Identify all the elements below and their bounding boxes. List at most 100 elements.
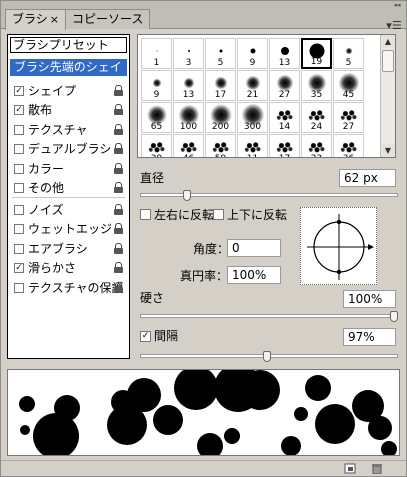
option-checkbox[interactable] (14, 283, 24, 293)
lock-icon[interactable] (113, 85, 124, 97)
brush-tip-cell[interactable]: 300 (237, 102, 268, 133)
option-label: テクスチャ (28, 123, 88, 137)
option-item[interactable]: エアブラシ (10, 240, 127, 258)
trash-icon[interactable] (371, 463, 383, 475)
brush-tip-cell[interactable]: 17 (205, 70, 236, 101)
lock-icon[interactable] (113, 223, 124, 235)
option-checkbox[interactable]: ✓ (14, 86, 24, 96)
grid-scrollbar[interactable]: ▲ ▼ (380, 35, 395, 157)
flip-y-checkbox[interactable] (213, 209, 224, 220)
hardness-slider-track[interactable] (140, 314, 398, 318)
panel-menu-icon[interactable]: ▾☰ (386, 19, 402, 33)
collapse-icon[interactable]: ◂◂ (391, 2, 403, 9)
angle-roundness-widget[interactable] (300, 207, 377, 285)
option-checkbox[interactable] (14, 224, 24, 234)
brushes-panel: ◂◂ ブラシ × コピーソース ▾☰ ブラシプリセット ブラシ先端のシェイプ ✓ シ… (0, 0, 407, 477)
brush-tip-cell[interactable]: 5 (205, 38, 236, 69)
roundness-input[interactable]: 100% (227, 266, 281, 284)
lock-icon[interactable] (113, 163, 124, 175)
option-item[interactable]: ✓ シェイプ (10, 82, 127, 100)
option-checkbox[interactable] (14, 244, 24, 254)
option-checkbox[interactable] (14, 164, 24, 174)
option-item[interactable]: デュアルブラシ (10, 140, 127, 158)
brush-tip-cell[interactable]: 36 (333, 134, 364, 157)
option-checkbox[interactable] (14, 125, 24, 135)
lock-icon[interactable] (113, 204, 124, 216)
lock-icon[interactable] (113, 143, 124, 155)
brush-tip-cell[interactable]: 11 (237, 134, 268, 157)
option-label: エアブラシ (28, 242, 88, 256)
option-item[interactable]: ノイズ (10, 201, 127, 219)
option-item[interactable]: その他 (10, 179, 127, 197)
brush-tip-cell[interactable]: 59 (205, 134, 236, 157)
spacing-input[interactable]: 97% (343, 328, 396, 346)
scroll-thumb[interactable] (382, 50, 394, 72)
angle-input[interactable]: 0 (227, 239, 281, 257)
diameter-slider-track[interactable] (140, 193, 398, 197)
brush-size-label: 13 (182, 90, 195, 100)
brush-tip-cell[interactable]: 27 (333, 102, 364, 133)
option-item[interactable]: ウェットエッジ (10, 220, 127, 238)
spacing-label: 間隔 (154, 329, 179, 343)
option-item[interactable]: テクスチャ (10, 121, 127, 139)
brush-tip-cell[interactable]: 35 (301, 70, 332, 101)
tab-close-icon[interactable]: × (50, 13, 59, 26)
option-label: ウェットエッジ (28, 222, 113, 236)
brush-tip-cell[interactable]: 13 (173, 70, 204, 101)
hardness-slider-knob[interactable] (390, 311, 398, 322)
lock-icon[interactable] (113, 124, 124, 136)
lock-icon[interactable] (113, 243, 124, 255)
brush-tip-cell[interactable]: 9 (141, 70, 172, 101)
brush-tip-cell[interactable]: 21 (237, 70, 268, 101)
brush-tip-cell[interactable]: 13 (269, 38, 300, 69)
brush-tip-cell[interactable]: 14 (269, 102, 300, 133)
brush-presets-button[interactable]: ブラシプリセット (10, 37, 127, 53)
option-checkbox[interactable] (14, 205, 24, 215)
brush-tip-cell[interactable]: 3 (173, 38, 204, 69)
spacing-checkbox[interactable]: ✓ (140, 331, 151, 342)
brush-tip-shape-item[interactable]: ブラシ先端のシェイプ (10, 59, 127, 91)
option-item[interactable]: ✓ 散布 (10, 101, 127, 119)
brush-size-label: 27 (278, 90, 291, 100)
brush-tip-cell[interactable]: 19 (301, 38, 332, 69)
brush-tip-cell[interactable]: 24 (301, 102, 332, 133)
option-checkbox[interactable] (14, 183, 24, 193)
lock-icon[interactable] (113, 262, 124, 274)
lock-icon[interactable] (113, 282, 124, 294)
lock-icon[interactable] (113, 104, 124, 116)
scroll-up-arrow-icon[interactable]: ▲ (381, 35, 395, 48)
brush-stroke-preview (7, 369, 400, 456)
tab-clone-source-label: コピーソース (72, 12, 144, 26)
option-item[interactable]: ✓ 滑らかさ (10, 259, 127, 277)
lock-icon[interactable] (113, 182, 124, 194)
brush-tip-cell[interactable]: 65 (141, 102, 172, 133)
option-checkbox[interactable] (14, 144, 24, 154)
option-item[interactable]: テクスチャの保護 (10, 279, 127, 297)
brush-tip-cell[interactable]: 23 (301, 134, 332, 157)
diameter-slider-knob[interactable] (183, 190, 191, 201)
flip-x-label: 左右に反転 (154, 208, 215, 222)
option-checkbox[interactable]: ✓ (14, 263, 24, 273)
scroll-down-arrow-icon[interactable]: ▼ (381, 144, 395, 157)
brush-tip-cell[interactable]: 27 (269, 70, 300, 101)
brush-tip-cell[interactable]: 17 (269, 134, 300, 157)
brush-size-label: 14 (278, 122, 291, 132)
option-checkbox[interactable]: ✓ (14, 105, 24, 115)
hard-round-brush-icon (250, 48, 255, 54)
flip-x-checkbox[interactable] (140, 209, 151, 220)
brush-tip-cell[interactable]: 5 (333, 38, 364, 69)
brush-tip-cell[interactable]: 100 (173, 102, 204, 133)
spacing-slider-knob[interactable] (263, 351, 271, 362)
tab-clone-source[interactable]: コピーソース (65, 9, 151, 29)
diameter-input[interactable]: 62 px (339, 169, 396, 187)
brush-tip-cell[interactable]: 1 (141, 38, 172, 69)
brush-tip-cell[interactable]: 46 (173, 134, 204, 157)
option-item[interactable]: カラー (10, 160, 127, 178)
new-preset-icon[interactable] (344, 463, 356, 474)
brush-tip-cell[interactable]: 200 (205, 102, 236, 133)
brush-tip-cell[interactable]: 45 (333, 70, 364, 101)
brush-tip-cell[interactable]: 9 (237, 38, 268, 69)
hardness-input[interactable]: 100% (343, 290, 396, 308)
brush-tip-cell[interactable]: 39 (141, 134, 172, 157)
tab-brushes[interactable]: ブラシ × (5, 9, 66, 30)
